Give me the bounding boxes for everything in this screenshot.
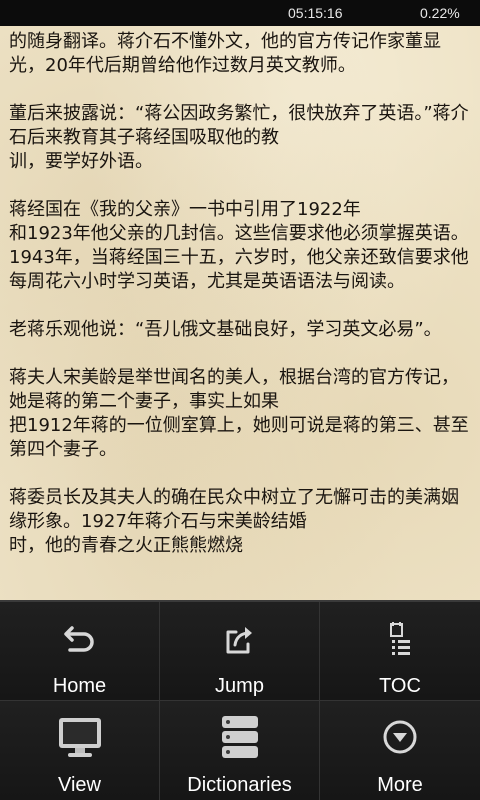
options-menu-grid: Home Jump TOC View Dictionaries More [0, 602, 480, 800]
reader-paragraph: 蒋经国在《我的父亲》一书中引用了1922年 和1923年他父亲的几封信。这些信要… [9, 199, 469, 292]
reader-paragraph: 蒋委员长及其夫人的确在民众中树立了无懈可击的美满姻缘形象。1927年蒋介石与宋美… [9, 487, 459, 556]
reader-paragraph: 的随身翻译。蒋介石不懂外文，他的官方传记作家董显光，20年代后期曾给他作过数月英… [9, 31, 441, 76]
options-menu: Home Jump TOC View Dictionaries More [0, 600, 480, 800]
back-arrow-icon [56, 616, 104, 664]
reader-page[interactable]: 的随身翻译。蒋介石不懂外文，他的官方传记作家董显光，20年代后期曾给他作过数月英… [0, 26, 480, 600]
dictionaries-stack-icon [216, 713, 264, 761]
reader-paragraph: 老蒋乐观他说：“吾儿俄文基础良好，学习英文必易”。 [9, 319, 442, 340]
menu-item-home[interactable]: Home [0, 602, 160, 701]
menu-item-more[interactable]: More [320, 701, 480, 800]
menu-item-label: Home [52, 675, 107, 697]
reader-paragraph: 蒋夫人宋美龄是举世闻名的美人，根据台湾的官方传记，她是蒋的第二个妻子，事实上如果… [9, 367, 469, 460]
toc-list-icon [376, 616, 424, 664]
status-battery: 0.22% [420, 5, 460, 21]
reader-paragraph: 董后来披露说：“蒋公因政务繁忙，很快放弃了英语。”蒋介石后来教育其子蒋经国吸取他… [9, 103, 469, 172]
jump-share-icon [216, 616, 264, 664]
chevron-down-circle-icon [376, 713, 424, 761]
menu-item-label: Jump [215, 675, 264, 697]
status-time: 05:15:16 [288, 5, 343, 21]
menu-item-label: View [58, 774, 101, 796]
menu-item-label: Dictionaries [187, 774, 292, 796]
status-bar: 05:15:16 0.22% [0, 0, 480, 26]
menu-item-dictionaries[interactable]: Dictionaries [160, 701, 320, 800]
menu-item-label: TOC [379, 675, 421, 697]
menu-item-jump[interactable]: Jump [160, 602, 320, 701]
menu-item-view[interactable]: View [0, 701, 160, 800]
menu-item-toc[interactable]: TOC [320, 602, 480, 701]
monitor-icon [56, 713, 104, 761]
reader-text: 的随身翻译。蒋介石不懂外文，他的官方传记作家董显光，20年代后期曾给他作过数月英… [9, 30, 471, 582]
menu-item-label: More [377, 774, 423, 796]
